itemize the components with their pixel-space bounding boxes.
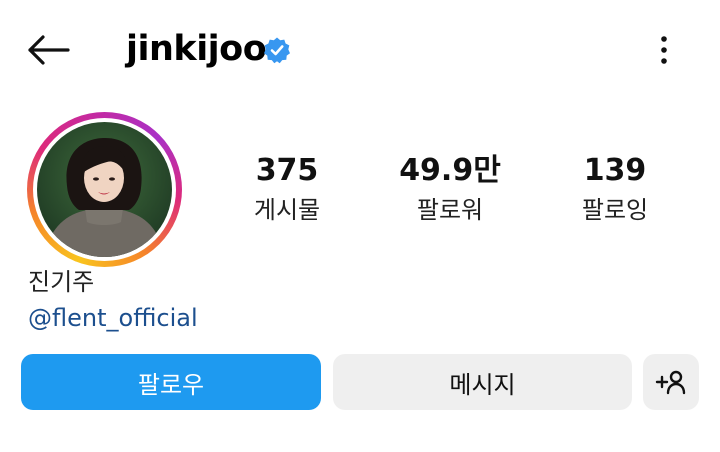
suggested-accounts-button[interactable] [643, 354, 699, 410]
more-vertical-icon [661, 36, 667, 64]
more-options-button[interactable] [646, 28, 682, 72]
following-count-label: 팔로잉 [581, 196, 649, 224]
follow-button[interactable]: 팔로우 [21, 354, 321, 410]
posts-count[interactable]: 375 게시물 [222, 150, 352, 228]
posts-count-value: 375 [255, 153, 319, 188]
followers-count-value: 49.9만 [399, 153, 501, 188]
arrow-left-icon [28, 35, 70, 65]
display-name: 진기주 [28, 268, 95, 296]
linked-account-link[interactable]: @flent_official [28, 301, 198, 335]
following-count-value: 139 [583, 153, 647, 188]
add-person-icon [655, 370, 686, 395]
followers-count[interactable]: 49.9만 팔로워 [385, 150, 515, 228]
profile-username: jinkijoo [126, 29, 267, 69]
back-button[interactable] [22, 28, 74, 72]
profile-photo [37, 122, 172, 257]
avatar[interactable] [37, 122, 172, 257]
message-button[interactable]: 메시지 [333, 354, 632, 410]
verified-badge-icon [264, 37, 290, 64]
followers-count-label: 팔로워 [416, 196, 484, 224]
posts-count-label: 게시물 [253, 196, 321, 224]
following-count[interactable]: 139 팔로잉 [550, 150, 680, 228]
